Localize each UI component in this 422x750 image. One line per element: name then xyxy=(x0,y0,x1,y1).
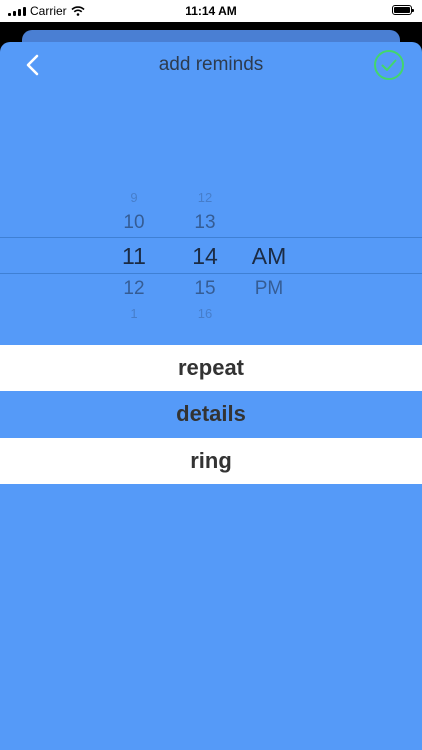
details-label: details xyxy=(176,401,246,426)
details-row[interactable]: details xyxy=(0,391,422,437)
hour-option-selected[interactable]: 11 xyxy=(104,243,164,270)
hour-option[interactable]: 1 xyxy=(104,306,164,321)
nav-bar: add reminds xyxy=(0,42,422,88)
check-circle-icon xyxy=(374,50,404,80)
confirm-button[interactable] xyxy=(372,48,406,82)
hour-option[interactable]: 10 xyxy=(104,212,164,234)
repeat-row[interactable]: repeat xyxy=(0,345,422,391)
minute-option-selected[interactable]: 14 xyxy=(175,243,235,270)
selection-line-top xyxy=(0,237,422,238)
status-time: 11:14 AM xyxy=(185,4,237,18)
minute-option[interactable]: 12 xyxy=(175,190,235,205)
time-picker[interactable]: 9 10 11 12 1 12 13 14 15 16 AM PM xyxy=(0,182,422,332)
page-title: add reminds xyxy=(158,54,264,75)
ring-row[interactable]: ring xyxy=(0,438,422,484)
hour-option[interactable]: 9 xyxy=(104,190,164,205)
battery-icon xyxy=(392,5,414,15)
minute-option[interactable]: 15 xyxy=(175,278,235,300)
ring-label: ring xyxy=(190,448,232,473)
period-option-selected[interactable]: AM xyxy=(239,243,299,270)
status-bar: Carrier 11:14 AM xyxy=(0,0,422,22)
minute-option[interactable]: 16 xyxy=(175,306,235,321)
minute-option[interactable]: 13 xyxy=(175,212,235,234)
hour-option[interactable]: 12 xyxy=(104,278,164,300)
repeat-label: repeat xyxy=(177,355,245,380)
selection-line-bottom xyxy=(0,273,422,274)
period-option[interactable]: PM xyxy=(239,278,299,300)
add-reminds-sheet: add reminds 9 10 11 12 1 12 13 14 15 16 … xyxy=(0,42,422,750)
